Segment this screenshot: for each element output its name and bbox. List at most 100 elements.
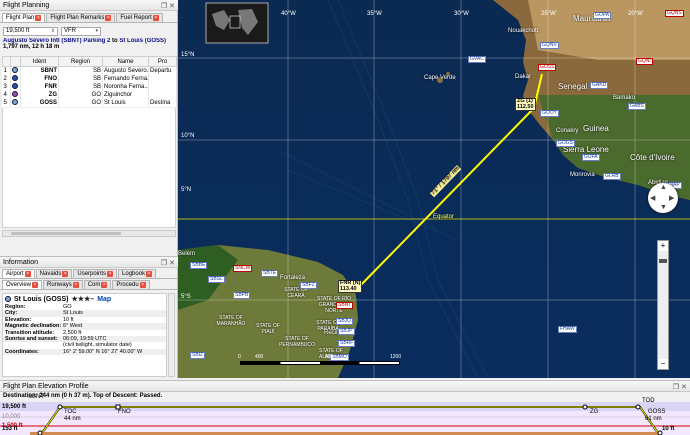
tab-userpoints[interactable]: Userpoints × bbox=[73, 269, 118, 278]
airport-label-gvac[interactable]: GVAC bbox=[468, 56, 486, 63]
map-link[interactable]: Map bbox=[97, 296, 111, 303]
profile-point-fno: FNO bbox=[118, 409, 131, 415]
column-header-region[interactable]: Region bbox=[58, 56, 103, 67]
tab-com[interactable]: Com × bbox=[83, 280, 112, 289]
tab-navaids[interactable]: Navaids × bbox=[35, 269, 73, 278]
airport-icon bbox=[5, 296, 11, 302]
table-row[interactable]: 1 SBNT SB Augusto Severo... Departu bbox=[2, 66, 177, 75]
close-icon[interactable]: × bbox=[105, 15, 112, 21]
airport-label-gufa[interactable]: GUFA bbox=[582, 154, 600, 161]
vertical-scrollbar[interactable] bbox=[168, 293, 175, 377]
zoom-out-button[interactable]: − bbox=[658, 359, 668, 369]
airport-rating-stars: ★★★– bbox=[71, 296, 95, 303]
close-icon[interactable]: × bbox=[107, 271, 114, 277]
arrow-right-icon[interactable]: ▶ bbox=[669, 194, 674, 202]
airport-label-sbfz[interactable]: SBFZ bbox=[300, 282, 317, 289]
airport-label-gabs[interactable]: GABS bbox=[628, 103, 646, 110]
tab-flight-plan-remarks[interactable]: Flight Plan Remarks × bbox=[46, 13, 116, 22]
tab-airport[interactable]: Airport × bbox=[2, 269, 35, 278]
arrow-left-icon[interactable]: ◀ bbox=[650, 194, 655, 202]
airport-label-sncw[interactable]: SNCW bbox=[233, 265, 253, 272]
information-panel: Information ❐ ✕ Airport × Navaids × Userpo… bbox=[0, 256, 178, 378]
panel-float-close-icons[interactable]: ❐ ✕ bbox=[161, 258, 175, 269]
close-icon[interactable]: × bbox=[24, 271, 31, 277]
airport-label-goss[interactable]: GOSS bbox=[538, 64, 557, 71]
airport-label-gopa[interactable]: GOPA bbox=[593, 12, 612, 19]
close-icon[interactable]: × bbox=[35, 15, 42, 21]
airport-label-fhaw[interactable]: FHAW bbox=[558, 326, 577, 333]
airport-label-gooy[interactable]: GOOY bbox=[540, 110, 560, 117]
airport-label-gqni[interactable]: GQNI bbox=[636, 58, 653, 65]
airport-label-gqns[interactable]: GQNS bbox=[665, 10, 684, 17]
airport-label-sbju[interactable]: SBJU bbox=[336, 318, 353, 325]
information-title: Information ❐ ✕ bbox=[0, 257, 178, 268]
tab-runways[interactable]: Runways × bbox=[43, 280, 83, 289]
flight-rules-select[interactable]: VFR ▾ bbox=[61, 26, 101, 36]
arrow-up-icon[interactable]: ▲ bbox=[660, 184, 667, 191]
airport-info-tabs: Overview × Runways × Com × Procedu × bbox=[0, 279, 178, 290]
flight-planning-panel: Flight Planning ❐ ✕ Flight Plan × Flight… bbox=[0, 0, 178, 252]
airport-label-sbiz[interactable]: SBIZ bbox=[190, 352, 206, 359]
flight-plan-distance: 1,797 nm, 12 h 18 m bbox=[3, 44, 60, 50]
airport-label-sbpb[interactable]: SBPB bbox=[233, 292, 251, 299]
flight-plan-table: Ident Region Name Pro 1 SBNT SB Augusto … bbox=[2, 56, 177, 107]
close-icon[interactable]: × bbox=[152, 15, 159, 21]
airport-label-sbjp[interactable]: SBJP bbox=[338, 328, 355, 335]
tod-distance: 61 nm bbox=[645, 416, 662, 422]
airport-label-gqnv[interactable]: GQNV bbox=[540, 42, 559, 49]
column-header-procedure[interactable]: Pro bbox=[148, 56, 177, 67]
left-panel: Flight Planning ❐ ✕ Flight Plan × Flight… bbox=[0, 0, 178, 378]
spinner-arrows-icon[interactable]: ⇕ bbox=[51, 28, 55, 35]
elevation-profile-title: Flight Plan Elevation Profile ❐ ✕ bbox=[0, 381, 690, 392]
close-icon[interactable]: × bbox=[146, 271, 153, 277]
table-row[interactable]: 2 FNO SB Fernando Ferna... bbox=[2, 74, 177, 83]
table-row[interactable]: 4 ZG GO Ziguinchor bbox=[2, 90, 177, 99]
table-row[interactable]: 3 FNR SB Noronha Ferna... bbox=[2, 82, 177, 91]
table-row[interactable]: 5 GOSS GO St Louis Destina bbox=[2, 98, 177, 107]
close-icon[interactable]: × bbox=[62, 271, 69, 277]
waypoint-label-fnr[interactable]: FNR (N) 113.40 bbox=[338, 280, 363, 293]
close-icon[interactable]: × bbox=[72, 282, 79, 288]
airport-label-sbbe[interactable]: SBBE bbox=[190, 262, 208, 269]
tab-fuel-report[interactable]: Fuel Report × bbox=[116, 13, 163, 22]
scrollbar-thumb[interactable] bbox=[11, 232, 121, 235]
airport-label-sbrf[interactable]: SBRF bbox=[338, 340, 356, 347]
close-icon[interactable]: × bbox=[139, 282, 146, 288]
elevation-destination-info: Destination: 244 nm (0 h 37 m). Top of D… bbox=[3, 393, 163, 399]
panel-float-close-icons[interactable]: ❐ ✕ bbox=[673, 382, 687, 393]
tab-overview[interactable]: Overview × bbox=[2, 280, 43, 289]
tab-procedures[interactable]: Procedu × bbox=[112, 280, 150, 289]
airport-label-gakd[interactable]: GAKD bbox=[590, 82, 609, 89]
map-navigation-control[interactable]: ▲ ▼ ◀ ▶ bbox=[648, 183, 678, 213]
arrow-down-icon[interactable]: ▼ bbox=[660, 204, 667, 211]
waypoint-label-zg[interactable]: ZG (1) 112.50 bbox=[515, 98, 536, 111]
tab-logbook[interactable]: Logbook × bbox=[118, 269, 157, 278]
airport-label-gogs[interactable]: GOGS bbox=[556, 140, 576, 147]
horizontal-scrollbar[interactable] bbox=[2, 230, 176, 237]
flight-planning-title: Flight Planning ❐ ✕ bbox=[0, 0, 178, 11]
flight-plan-table-empty-area bbox=[2, 108, 176, 228]
tab-flight-plan[interactable]: Flight Plan × bbox=[2, 13, 46, 22]
column-header-name[interactable]: Name bbox=[102, 56, 149, 67]
airport-icon bbox=[12, 99, 18, 106]
vor-icon bbox=[12, 75, 18, 82]
flight-planning-tabs: Flight Plan × Flight Plan Remarks × Fuel… bbox=[0, 11, 178, 23]
map-view[interactable]: 40°W 35°W 30°W 25°W 20°W 15°N 10°N 5°N 5… bbox=[178, 0, 690, 378]
cruise-altitude-spinner[interactable]: 19,500 ft ⇕ bbox=[3, 26, 58, 36]
zoom-handle[interactable] bbox=[659, 259, 667, 263]
zoom-slider[interactable]: + − bbox=[657, 240, 669, 370]
airport-label-glrb[interactable]: GLRB bbox=[603, 173, 621, 180]
close-icon[interactable]: × bbox=[32, 282, 39, 288]
elevation-profile-chart[interactable]: 19,500 ft 10,000 1,500 ft SBNT TOC FNO Z… bbox=[0, 394, 690, 435]
airport-label-sbnt[interactable]: SBNT bbox=[336, 302, 354, 309]
equator-label: Equator bbox=[433, 214, 455, 220]
panel-float-close-icons[interactable]: ❐ ✕ bbox=[161, 1, 175, 12]
profile-point-tod: TOD bbox=[642, 398, 655, 404]
airport-label-sbsl[interactable]: SBSL bbox=[208, 276, 225, 283]
vor-icon bbox=[12, 83, 18, 90]
airport-label-sbte[interactable]: SBTE bbox=[261, 270, 279, 277]
flight-plan-controls: 19,500 ft ⇕ VFR ▾ bbox=[0, 25, 178, 37]
close-icon[interactable]: × bbox=[101, 282, 108, 288]
column-header-ident[interactable]: Ident bbox=[20, 56, 59, 67]
zoom-in-button[interactable]: + bbox=[658, 241, 668, 251]
